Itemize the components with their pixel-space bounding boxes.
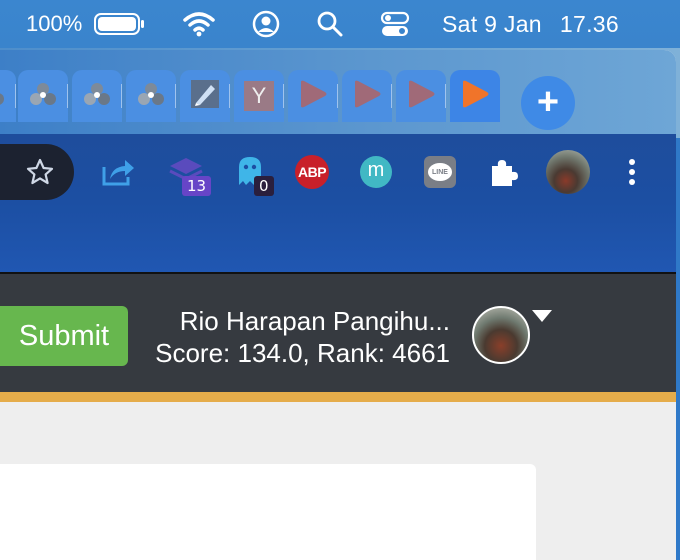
battery-icon[interactable] xyxy=(94,0,146,48)
tab-pinned-network[interactable] xyxy=(72,70,122,122)
line-extension-icon[interactable]: LINE xyxy=(416,148,464,196)
score-rank-text: Score: 134.0, Rank: 4661 xyxy=(155,338,450,368)
content-card xyxy=(0,464,536,560)
user-name[interactable]: Rio Harapan Pangihu... xyxy=(180,306,450,337)
extensions-puzzle-icon[interactable] xyxy=(480,148,528,196)
chevron-down-icon[interactable] xyxy=(532,310,552,322)
new-tab-button[interactable]: + xyxy=(521,76,575,130)
spotlight-search-icon[interactable] xyxy=(316,0,344,48)
abp-label: ABP xyxy=(295,155,329,189)
profile-avatar-icon[interactable] xyxy=(544,148,592,196)
tab-pinned-y[interactable]: Y xyxy=(234,70,284,122)
header-divider xyxy=(0,392,676,402)
stack-extension-badge: 13 xyxy=(182,176,212,196)
pencil-favicon xyxy=(190,79,220,114)
user-account-icon[interactable] xyxy=(252,0,280,48)
time-label: 17.36 xyxy=(559,10,619,37)
browser-window: Y + 13 0 ABP m LINE Submit Rio Harapan P… xyxy=(0,50,676,560)
battery-percentage: 100% xyxy=(26,11,83,36)
tab-active-play[interactable] xyxy=(450,70,500,122)
tab-pinned-play[interactable] xyxy=(288,70,338,122)
network-favicon xyxy=(0,81,6,112)
tab-pinned-network[interactable] xyxy=(18,70,68,122)
control-center-icon[interactable] xyxy=(380,0,410,48)
macos-menu-bar: 100% Sat 9 Jan 17.36 xyxy=(0,0,680,48)
play-favicon xyxy=(459,80,491,113)
tab-strip: Y + xyxy=(0,50,676,134)
tab-pinned-pencil[interactable] xyxy=(180,70,230,122)
submit-button[interactable]: Submit xyxy=(0,306,128,366)
play-favicon xyxy=(351,80,383,113)
y-favicon: Y xyxy=(244,81,274,111)
bookmark-star-icon[interactable] xyxy=(16,148,64,196)
ghostery-extension-icon[interactable]: 0 xyxy=(226,148,274,196)
adblock-plus-extension-icon[interactable]: ABP xyxy=(288,148,336,196)
tab-pinned-play[interactable] xyxy=(342,70,392,122)
wifi-icon[interactable] xyxy=(182,0,216,48)
play-favicon xyxy=(297,80,329,113)
tab-pinned-network[interactable] xyxy=(126,70,176,122)
network-favicon xyxy=(82,81,112,112)
browser-menu-icon[interactable] xyxy=(608,148,656,196)
browser-toolbar: 13 0 ABP m LINE xyxy=(0,134,676,272)
play-favicon xyxy=(405,80,437,113)
avatar xyxy=(546,150,590,194)
m-extension-icon[interactable]: m xyxy=(352,148,400,196)
ghostery-extension-badge: 0 xyxy=(254,176,274,196)
network-favicon xyxy=(28,81,58,112)
share-extension-icon[interactable] xyxy=(94,148,142,196)
stack-extension-icon[interactable]: 13 xyxy=(162,148,212,196)
user-avatar[interactable] xyxy=(472,306,530,364)
m-label: m xyxy=(360,156,392,188)
network-favicon xyxy=(136,81,166,112)
menubar-clock[interactable]: Sat 9 Jan 17.36 xyxy=(442,0,619,48)
tab-pinned-network[interactable] xyxy=(0,70,16,122)
date-label: Sat 9 Jan xyxy=(442,10,542,37)
tab-pinned-play[interactable] xyxy=(396,70,446,122)
line-label: LINE xyxy=(428,163,452,181)
